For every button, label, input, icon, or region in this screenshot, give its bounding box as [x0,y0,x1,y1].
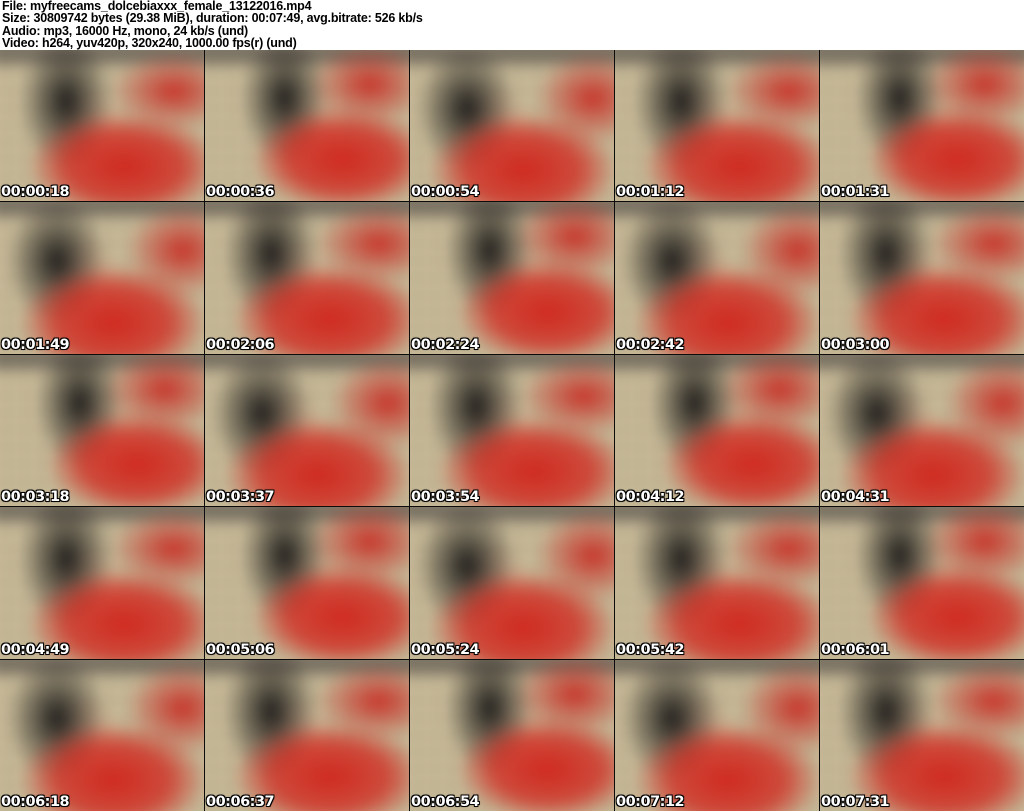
thumbnail-timestamp: 00:04:12 [616,489,685,506]
thumbnail-placeholder-image [615,507,819,659]
video-thumbnail[interactable]: 00:06:37 [205,659,409,811]
video-thumbnail[interactable]: 00:06:18 [0,659,204,811]
thumbnail-placeholder-image [615,354,819,507]
thumbnail-timestamp: 00:04:49 [1,641,70,658]
thumbnail-placeholder-image [615,202,819,354]
thumbnail-placeholder-image [0,659,204,811]
video-thumbnail[interactable]: 00:02:24 [410,202,614,354]
video-thumbnail[interactable]: 00:01:49 [0,202,204,354]
thumbnail-timestamp: 00:07:12 [616,793,685,810]
thumbnail-timestamp: 00:03:00 [821,336,890,353]
thumbnail-timestamp: 00:07:31 [821,793,890,810]
video-thumbnail[interactable]: 00:00:54 [410,50,614,202]
thumbnail-placeholder-image [410,354,614,507]
thumbnail-placeholder-image [205,507,409,659]
thumbnail-timestamp: 00:06:37 [206,793,275,810]
video-thumbnail[interactable]: 00:03:37 [205,354,409,507]
video-thumbnail[interactable]: 00:07:31 [820,659,1024,811]
thumbnail-placeholder-image [205,354,409,507]
thumbnail-timestamp: 00:01:49 [1,336,70,353]
thumbnail-timestamp: 00:05:06 [206,641,275,658]
video-thumbnail[interactable]: 00:00:36 [205,50,409,202]
thumbnail-placeholder-image [615,50,819,202]
thumbnail-timestamp: 00:01:31 [821,184,890,201]
file-size-line: Size: 30809742 bytes (29.38 MiB), durati… [2,11,423,26]
thumbnail-timestamp: 00:00:54 [411,184,480,201]
thumbnail-timestamp: 00:03:54 [411,489,480,506]
thumbnail-placeholder-image [410,659,614,811]
thumbnail-placeholder-image [820,659,1024,811]
thumbnail-placeholder-image [410,50,614,202]
video-thumbnail[interactable]: 00:03:00 [820,202,1024,354]
thumbnail-timestamp: 00:04:31 [821,489,890,506]
thumbnail-timestamp: 00:02:06 [206,336,275,353]
thumbnail-placeholder-image [0,50,204,202]
thumbnail-timestamp: 00:05:42 [616,641,685,658]
thumbnail-timestamp: 00:02:24 [411,336,480,353]
thumbnail-timestamp: 00:01:12 [616,184,685,201]
video-thumbnail[interactable]: 00:04:49 [0,507,204,659]
thumbnail-timestamp: 00:03:18 [1,489,70,506]
video-thumbnail[interactable]: 00:01:12 [615,50,819,202]
thumbnail-timestamp: 00:03:37 [206,489,275,506]
video-thumbnail[interactable]: 00:02:42 [615,202,819,354]
video-thumbnail[interactable]: 00:06:01 [820,507,1024,659]
thumbnail-placeholder-image [0,202,204,354]
video-thumbnail[interactable]: 00:04:31 [820,354,1024,507]
thumbnail-placeholder-image [0,507,204,659]
video-thumbnail[interactable]: 00:01:31 [820,50,1024,202]
thumbnail-placeholder-image [820,202,1024,354]
video-thumbnail[interactable]: 00:02:06 [205,202,409,354]
thumbnail-placeholder-image [410,202,614,354]
thumbnail-timestamp: 00:06:54 [411,793,480,810]
thumbnail-placeholder-image [205,202,409,354]
video-thumbnail[interactable]: 00:05:24 [410,507,614,659]
video-thumbnail[interactable]: 00:04:12 [615,354,819,507]
video-thumbnail[interactable]: 00:07:12 [615,659,819,811]
thumbnail-timestamp: 00:05:24 [411,641,480,658]
thumbnail-placeholder-image [820,354,1024,507]
thumbnail-timestamp: 00:02:42 [616,336,685,353]
thumbnail-placeholder-image [820,50,1024,202]
video-thumbnail[interactable]: 00:03:18 [0,354,204,507]
thumbnail-placeholder-image [410,507,614,659]
contact-sheet: File: myfreecams_dolcebiaxxx_female_1312… [0,0,1024,811]
thumbnail-timestamp: 00:06:18 [1,793,70,810]
file-info-header: File: myfreecams_dolcebiaxxx_female_1312… [0,0,1024,50]
thumbnail-timestamp: 00:00:18 [1,184,70,201]
video-info-line: Video: h264, yuv420p, 320x240, 1000.00 f… [2,36,297,50]
video-thumbnail[interactable]: 00:05:06 [205,507,409,659]
thumbnail-placeholder-image [205,50,409,202]
video-thumbnail[interactable]: 00:06:54 [410,659,614,811]
thumbnail-timestamp: 00:00:36 [206,184,275,201]
video-thumbnail[interactable]: 00:00:18 [0,50,204,202]
thumbnail-placeholder-image [615,659,819,811]
thumbnail-placeholder-image [820,507,1024,659]
thumbnail-placeholder-image [0,354,204,507]
video-thumbnail[interactable]: 00:05:42 [615,507,819,659]
thumbnail-timestamp: 00:06:01 [821,641,890,658]
thumbnail-grid: 00:00:18 00:00:36 00:00:54 00:01:12 00:0… [0,50,1024,811]
video-thumbnail[interactable]: 00:03:54 [410,354,614,507]
thumbnail-placeholder-image [205,659,409,811]
